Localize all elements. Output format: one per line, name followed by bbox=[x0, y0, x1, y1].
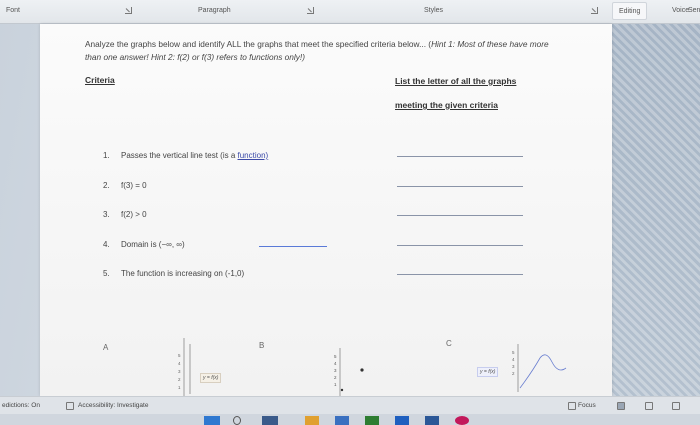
editing-button[interactable]: Editing bbox=[612, 2, 648, 20]
graph-b-point-2 bbox=[340, 388, 344, 392]
graph-c-tick-4: 4 bbox=[512, 357, 515, 362]
graph-a-function-label: y = f(x) bbox=[200, 373, 222, 383]
status-bar: edictions: On Accessibility: Investigate… bbox=[0, 396, 700, 414]
graph-a-tick-1: 1 bbox=[178, 385, 181, 390]
graph-a-tick-3: 3 bbox=[178, 369, 181, 374]
print-layout-icon[interactable] bbox=[645, 402, 653, 410]
graph-label-c: C bbox=[446, 339, 452, 348]
store-icon[interactable] bbox=[365, 416, 379, 425]
search-icon[interactable] bbox=[233, 416, 241, 425]
graph-c: 5 4 3 2 bbox=[512, 344, 567, 392]
right-pane-background bbox=[612, 24, 700, 396]
ribbon-group-bar: Font Paragraph Styles Editing Voice Sen bbox=[0, 0, 700, 24]
answer-line-2[interactable] bbox=[397, 186, 523, 187]
graph-b-tick-5: 5 bbox=[334, 354, 337, 359]
answer-line-4[interactable] bbox=[397, 245, 523, 246]
function-link[interactable]: function) bbox=[238, 151, 269, 160]
graph-a-tick-2: 2 bbox=[178, 377, 181, 382]
accessibility-status[interactable]: Accessibility: Investigate bbox=[78, 402, 148, 409]
graph-c-function-label: y = f(x) bbox=[477, 367, 499, 377]
font-group-label: Font bbox=[6, 7, 21, 14]
start-icon[interactable] bbox=[204, 416, 220, 425]
criterion-4-underline bbox=[259, 246, 327, 247]
graph-b-tick-4: 4 bbox=[334, 361, 337, 366]
font-dialog-launcher-icon[interactable] bbox=[125, 7, 132, 14]
graph-a-tick-4: 4 bbox=[178, 361, 181, 366]
criterion-4: 4. Domain is (−∞, ∞) bbox=[103, 240, 185, 249]
answer-line-3[interactable] bbox=[397, 215, 523, 216]
criteria-header: Criteria bbox=[85, 75, 115, 85]
accessibility-icon bbox=[66, 402, 74, 410]
graph-b: 5 4 3 2 1 bbox=[334, 348, 364, 396]
focus-icon bbox=[568, 402, 576, 410]
instructions-lead: Analyze the graphs below and identify AL… bbox=[85, 39, 432, 49]
read-mode-icon[interactable] bbox=[617, 402, 625, 410]
graph-a: 5 4 3 2 1 bbox=[178, 338, 191, 396]
graph-label-a: A bbox=[103, 343, 109, 352]
graph-a-tick-5: 5 bbox=[178, 353, 181, 358]
predictions-status[interactable]: edictions: On bbox=[2, 402, 40, 409]
task-view-icon[interactable] bbox=[262, 416, 278, 425]
graph-c-tick-3: 3 bbox=[512, 364, 515, 369]
criterion-5: 5. The function is increasing on (-1,0) bbox=[103, 269, 245, 278]
web-layout-icon[interactable] bbox=[672, 402, 680, 410]
graph-c-tick-5: 5 bbox=[512, 350, 515, 355]
word-icon[interactable] bbox=[425, 416, 439, 425]
document-page[interactable]: Analyze the graphs below and identify AL… bbox=[40, 24, 612, 396]
answer-line-5[interactable] bbox=[397, 274, 523, 275]
sensitivity-button[interactable]: Sen bbox=[688, 2, 700, 20]
graph-b-tick-2: 2 bbox=[334, 375, 337, 380]
criterion-3: 3. f(2) > 0 bbox=[103, 210, 147, 219]
criterion-2: 2. f(3) = 0 bbox=[103, 181, 147, 190]
graph-c-curve bbox=[519, 354, 567, 389]
paragraph-dialog-launcher-icon[interactable] bbox=[307, 7, 314, 14]
graph-c-tick-2: 2 bbox=[512, 371, 515, 376]
paragraph-group-label: Paragraph bbox=[198, 7, 231, 14]
file-explorer-icon[interactable] bbox=[305, 416, 319, 425]
list-letters-header: List the letter of all the graphs meetin… bbox=[395, 76, 517, 110]
styles-group-label: Styles bbox=[424, 7, 444, 14]
powerpoint-icon[interactable] bbox=[455, 416, 469, 425]
styles-dialog-launcher-icon[interactable] bbox=[591, 7, 598, 14]
graph-b-point bbox=[360, 368, 364, 372]
answer-line-1[interactable] bbox=[397, 156, 523, 157]
graph-b-tick-1: 1 bbox=[334, 382, 337, 387]
mail-icon[interactable] bbox=[395, 416, 409, 425]
focus-button[interactable]: Focus bbox=[578, 402, 596, 409]
edge-icon[interactable] bbox=[335, 416, 349, 425]
graph-b-tick-3: 3 bbox=[334, 368, 337, 373]
instructions-paragraph: Analyze the graphs below and identify AL… bbox=[85, 38, 555, 64]
criterion-1: 1. Passes the vertical line test (is a fu… bbox=[103, 151, 269, 160]
taskbar bbox=[0, 414, 700, 425]
graph-label-b: B bbox=[259, 341, 265, 350]
